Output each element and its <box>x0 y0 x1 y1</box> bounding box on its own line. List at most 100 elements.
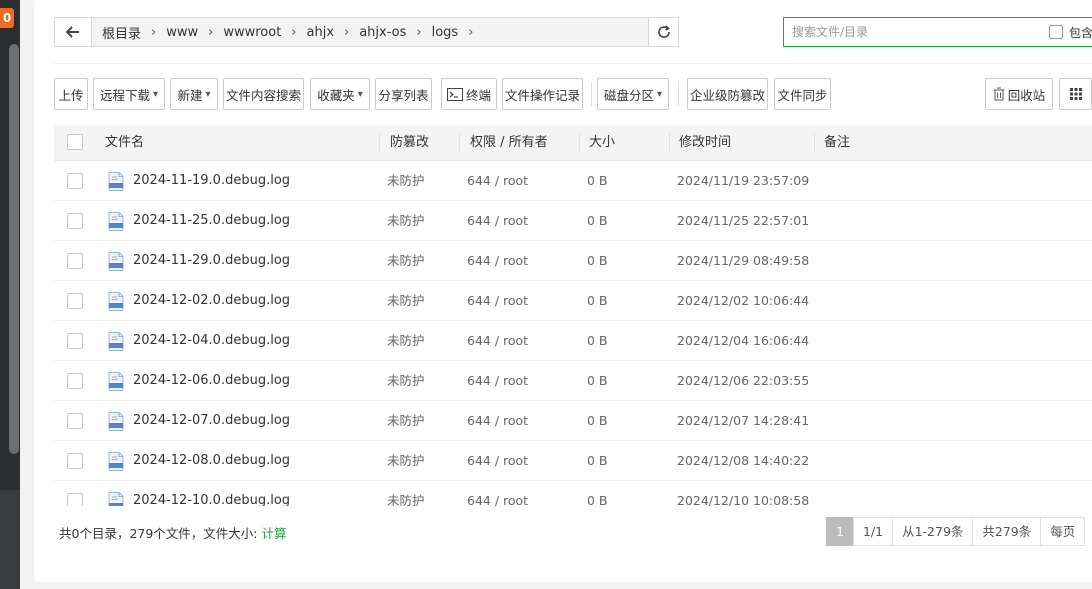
row-checkbox[interactable] <box>67 413 83 429</box>
row-checkbox[interactable] <box>67 373 83 389</box>
row-checkbox[interactable] <box>67 173 83 189</box>
share-list-label: 分享列表 <box>378 87 429 103</box>
file-name[interactable]: 2024-12-04.0.debug.log <box>133 321 290 361</box>
file-name[interactable]: 2024-12-10.0.debug.log <box>133 481 290 506</box>
file-name[interactable]: 2024-12-06.0.debug.log <box>133 361 290 401</box>
favorites-button[interactable]: 收藏夹 ▾ <box>310 78 370 110</box>
table-row[interactable]: 2024-12-04.0.debug.log 未防护 644 / root 0 B 20… <box>54 321 1092 361</box>
protect-status[interactable]: 未防护 <box>387 161 425 201</box>
table-row[interactable]: 2024-12-10.0.debug.log 未防护 644 / root 0 B 20… <box>54 481 1092 506</box>
crumb-wwwroot[interactable]: wwwroot <box>219 25 285 40</box>
row-checkbox[interactable] <box>67 293 83 309</box>
header-separator <box>579 133 580 153</box>
header-permission[interactable]: 权限 / 所有者 <box>470 125 548 161</box>
protect-status[interactable]: 未防护 <box>387 361 425 401</box>
file-list: 2024-11-19.0.debug.log 未防护 644 / root 0 B 20… <box>54 161 1092 506</box>
table-header: 文件名 防篡改 权限 / 所有者 大小 修改时间 备注 <box>54 125 1092 161</box>
row-checkbox[interactable] <box>67 493 83 506</box>
recycle-bin-button[interactable]: 回收站 <box>985 78 1053 110</box>
crumb-ahjx-os[interactable]: ahjx-os <box>355 25 410 40</box>
file-name[interactable]: 2024-11-19.0.debug.log <box>133 161 290 201</box>
path-bar: 根目录 › www › wwwroot › ahjx › ahjx-os › l… <box>54 17 679 47</box>
disk-partition-button[interactable]: 磁盘分区 ▾ <box>597 78 669 110</box>
log-file-icon <box>108 172 124 191</box>
crumb-ahjx[interactable]: ahjx <box>303 25 339 40</box>
permission-owner[interactable]: 644 / root <box>467 161 528 201</box>
protect-status[interactable]: 未防护 <box>387 401 425 441</box>
pagination: 1 1/1 从1-279条 共279条 每页 <box>826 517 1086 546</box>
protect-status[interactable]: 未防护 <box>387 321 425 361</box>
crumb-www[interactable]: www <box>162 25 202 40</box>
row-checkbox[interactable] <box>67 453 83 469</box>
include-subdir-checkbox[interactable] <box>1049 25 1063 39</box>
chevron-right-icon: › <box>416 24 422 40</box>
header-protect[interactable]: 防篡改 <box>390 125 429 161</box>
row-checkbox[interactable] <box>67 253 83 269</box>
permission-owner[interactable]: 644 / root <box>467 441 528 481</box>
permission-owner[interactable]: 644 / root <box>467 241 528 281</box>
header-separator <box>669 133 670 153</box>
toolbar-separator <box>678 82 679 106</box>
content-search-button[interactable]: 文件内容搜索 <box>223 78 304 110</box>
table-row[interactable]: 2024-12-07.0.debug.log 未防护 644 / root 0 B 20… <box>54 401 1092 441</box>
permission-owner[interactable]: 644 / root <box>467 201 528 241</box>
file-sync-label: 文件同步 <box>777 87 828 103</box>
file-sync-button[interactable]: 文件同步 <box>774 78 831 110</box>
file-name[interactable]: 2024-11-29.0.debug.log <box>133 241 290 281</box>
table-row[interactable]: 2024-11-25.0.debug.log 未防护 644 / root 0 B 20… <box>54 201 1092 241</box>
permission-owner[interactable]: 644 / root <box>467 401 528 441</box>
crumb-root[interactable]: 根目录 <box>98 23 145 42</box>
crumb-logs[interactable]: logs <box>428 25 463 40</box>
file-size: 0 B <box>587 413 608 428</box>
modified-time: 2024/12/02 10:06:44 <box>677 293 810 308</box>
calc-size-link[interactable]: 计算 <box>262 526 287 541</box>
op-log-button[interactable]: 文件操作记录 <box>502 78 583 110</box>
page-current[interactable]: 1 <box>826 517 854 546</box>
search-input[interactable] <box>784 19 1034 45</box>
header-mtime[interactable]: 修改时间 <box>679 125 731 161</box>
upload-button[interactable]: 上传 <box>54 78 88 110</box>
page-size-label[interactable]: 每页 <box>1040 517 1086 546</box>
row-checkbox[interactable] <box>67 213 83 229</box>
file-size: 0 B <box>587 253 608 268</box>
header-size[interactable]: 大小 <box>589 125 615 161</box>
sidebar-scrollbar[interactable] <box>9 44 19 454</box>
log-file-icon <box>108 492 124 506</box>
refresh-button[interactable] <box>648 17 679 47</box>
table-row[interactable]: 2024-12-06.0.debug.log 未防护 644 / root 0 B 20… <box>54 361 1092 401</box>
new-button[interactable]: 新建 ▾ <box>170 78 218 110</box>
summary-text: 共0个目录，279个文件，文件大小: <box>59 526 262 541</box>
remote-download-button[interactable]: 远程下载 ▾ <box>93 78 165 110</box>
tamper-proof-button[interactable]: 企业级防篡改 <box>687 78 768 110</box>
select-all-checkbox[interactable] <box>67 134 83 150</box>
table-row[interactable]: 2024-11-29.0.debug.log 未防护 644 / root 0 B 20… <box>54 241 1092 281</box>
permission-owner[interactable]: 644 / root <box>467 281 528 321</box>
notification-badge[interactable]: 0 <box>0 8 14 28</box>
share-list-button[interactable]: 分享列表 <box>375 78 432 110</box>
file-name[interactable]: 2024-11-25.0.debug.log <box>133 201 290 241</box>
file-size: 0 B <box>587 493 608 506</box>
permission-owner[interactable]: 644 / root <box>467 361 528 401</box>
permission-owner[interactable]: 644 / root <box>467 321 528 361</box>
modified-time: 2024/11/19 23:57:09 <box>677 173 810 188</box>
protect-status[interactable]: 未防护 <box>387 481 425 506</box>
grid-view-button[interactable] <box>1059 78 1092 110</box>
permission-owner[interactable]: 644 / root <box>467 481 528 506</box>
row-checkbox[interactable] <box>67 333 83 349</box>
file-name[interactable]: 2024-12-02.0.debug.log <box>133 281 290 321</box>
chevron-right-icon: › <box>291 24 297 40</box>
table-row[interactable]: 2024-11-19.0.debug.log 未防护 644 / root 0 B 20… <box>54 161 1092 201</box>
protect-status[interactable]: 未防护 <box>387 281 425 321</box>
file-name[interactable]: 2024-12-08.0.debug.log <box>133 441 290 481</box>
back-button[interactable] <box>55 18 92 46</box>
header-filename[interactable]: 文件名 <box>105 125 144 161</box>
recycle-bin-label: 回收站 <box>1007 87 1046 103</box>
protect-status[interactable]: 未防护 <box>387 201 425 241</box>
table-row[interactable]: 2024-12-08.0.debug.log 未防护 644 / root 0 B 20… <box>54 441 1092 481</box>
terminal-button[interactable]: 终端 <box>441 78 497 110</box>
file-name[interactable]: 2024-12-07.0.debug.log <box>133 401 290 441</box>
protect-status[interactable]: 未防护 <box>387 441 425 481</box>
table-row[interactable]: 2024-12-02.0.debug.log 未防护 644 / root 0 B 20… <box>54 281 1092 321</box>
search-box: 包含 <box>783 17 1092 47</box>
protect-status[interactable]: 未防护 <box>387 241 425 281</box>
